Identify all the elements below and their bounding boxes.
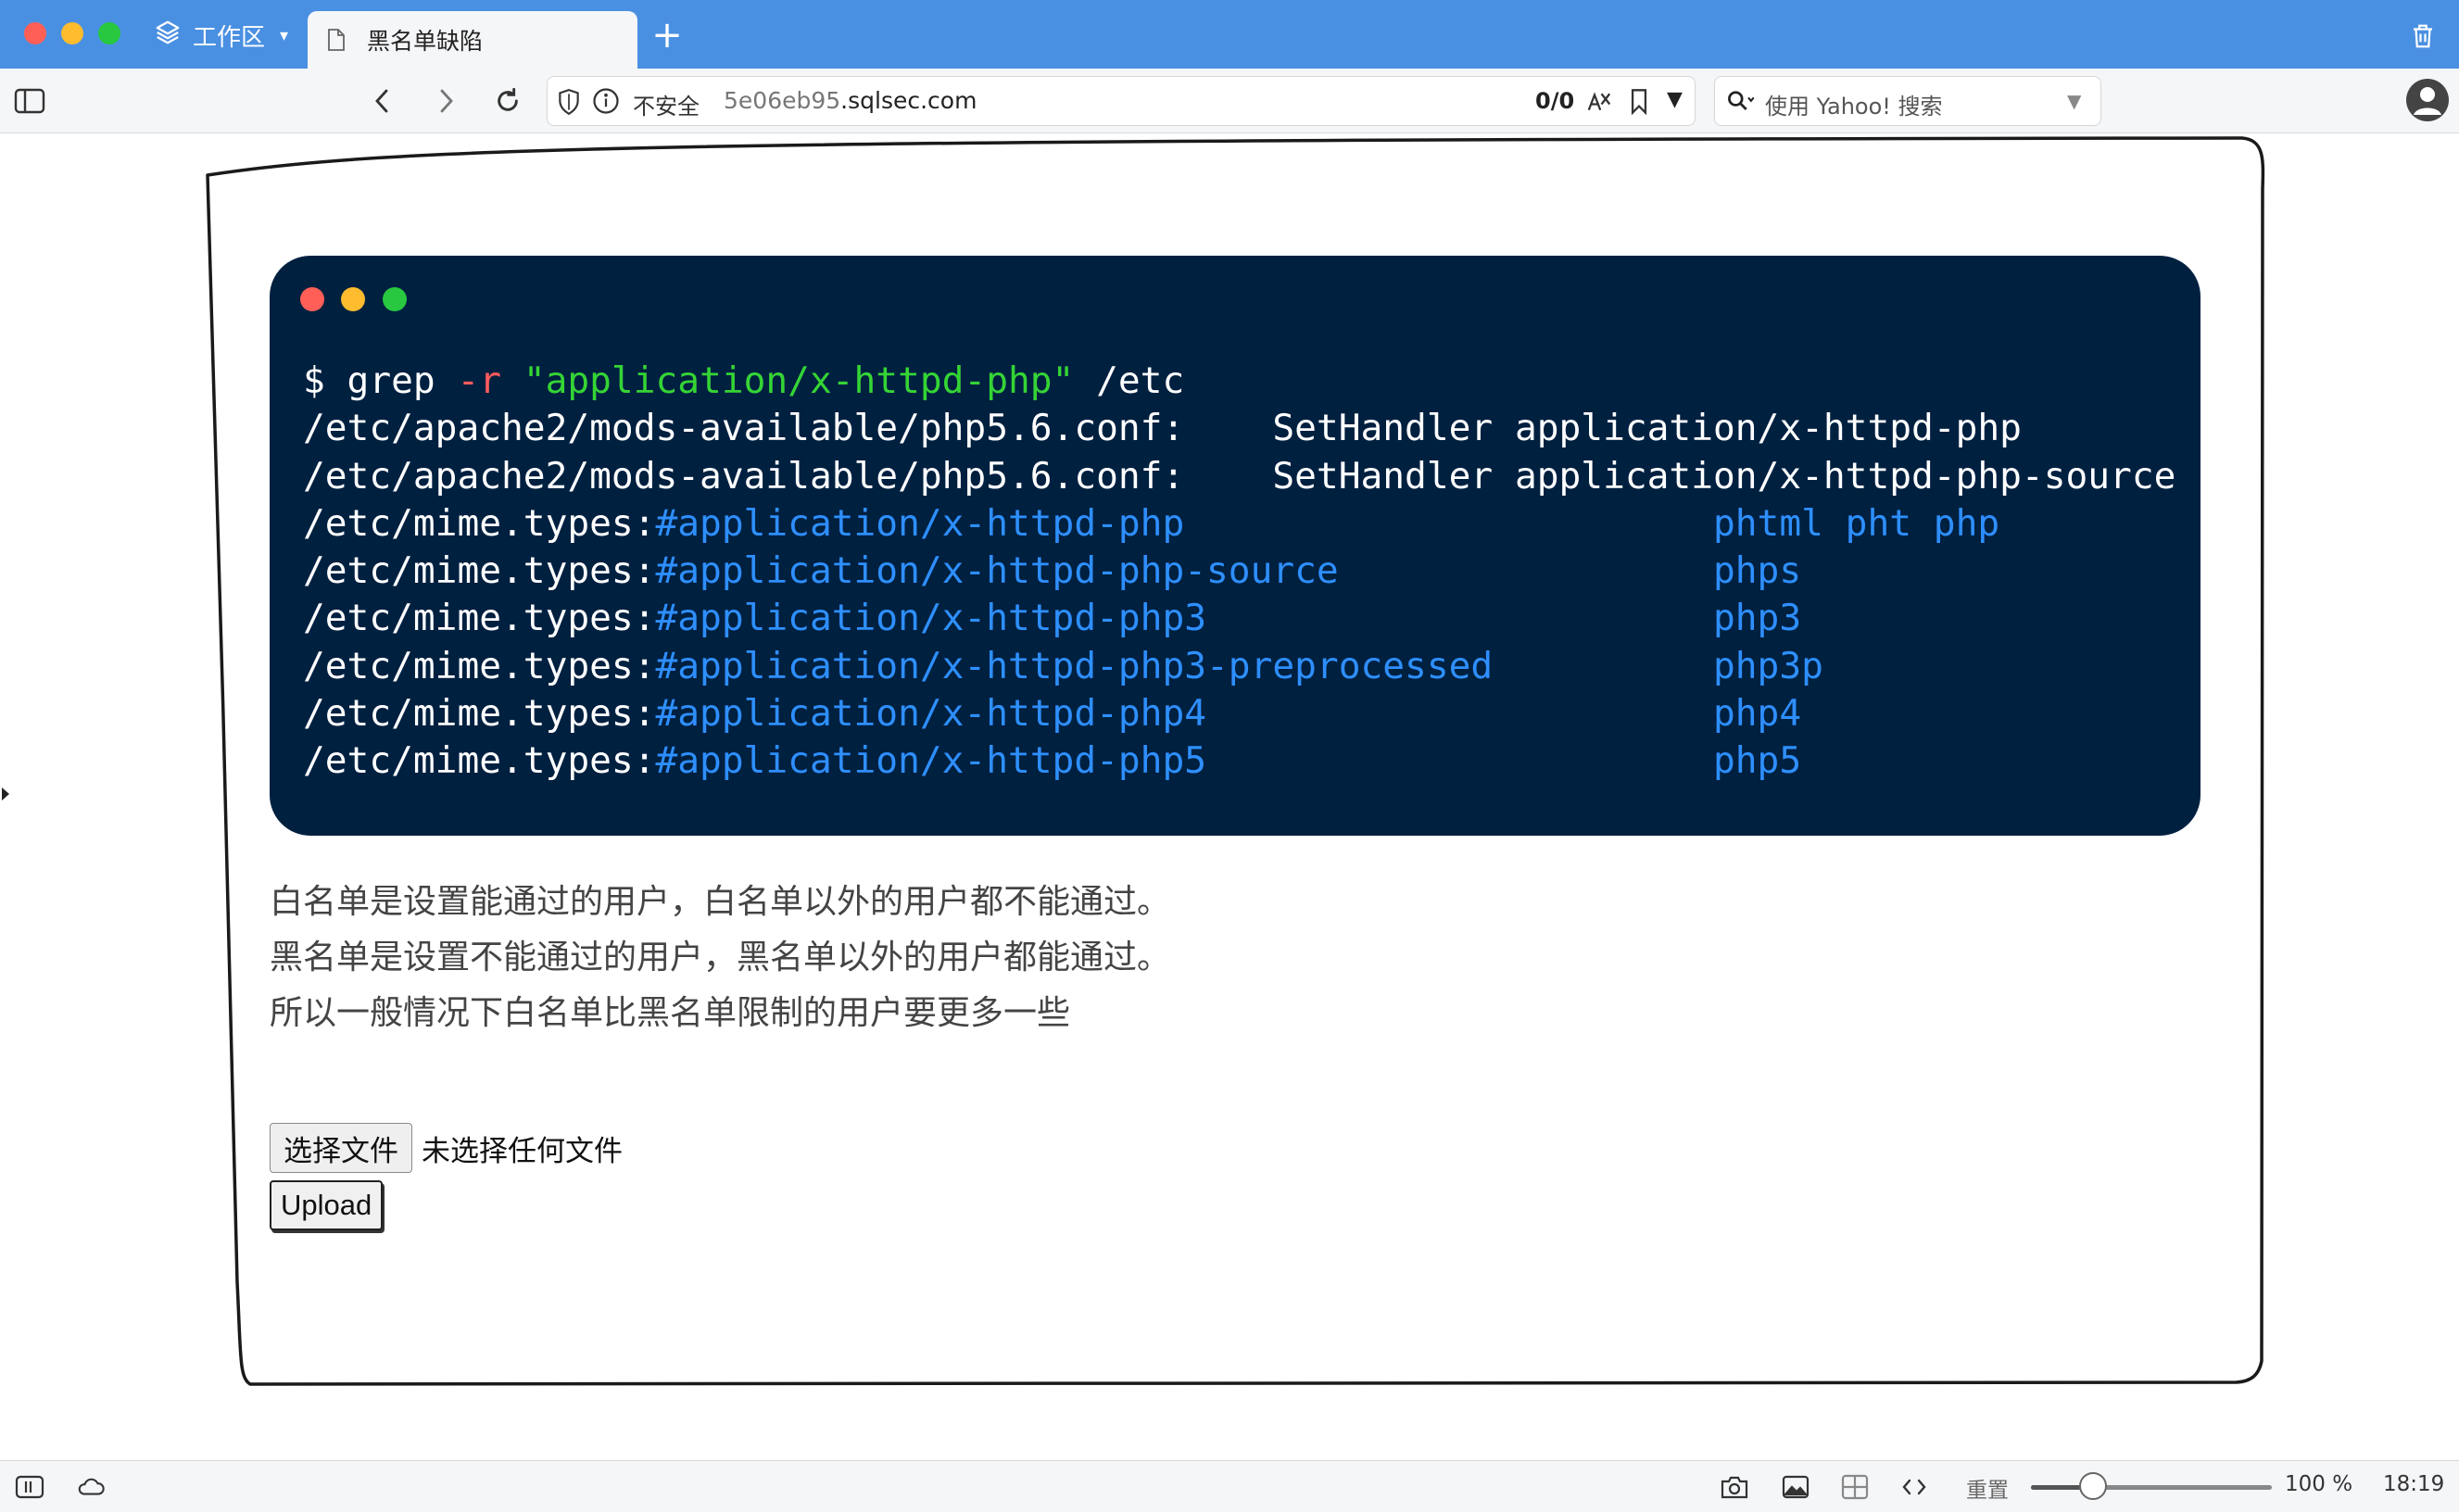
zoom-slider-knob[interactable]	[2079, 1472, 2108, 1500]
terminal-token: #application/x-httpd-php-source phps	[655, 549, 1802, 593]
terminal-token: #application/x-httpd-php phtml pht php	[655, 501, 2000, 545]
terminal-line: /etc/mime.types:#application/x-httpd-php…	[303, 548, 2175, 595]
terminal-window: $ grep -r "application/x-httpd-php" /etc…	[270, 256, 2200, 836]
document-icon	[326, 28, 347, 52]
description-line-1: 白名单是设置能通过的用户，白名单以外的用户都不能通过。	[270, 883, 1171, 921]
tile-layout-icon[interactable]	[1840, 1472, 1870, 1502]
search-icon	[1726, 88, 1756, 120]
terminal-line: /etc/mime.types:#application/x-httpd-php…	[303, 737, 2175, 785]
clock: 18:19	[2383, 1472, 2445, 1496]
bookmark-icon[interactable]	[1629, 88, 1649, 120]
zoom-reset-button[interactable]: 重置	[1966, 1472, 2009, 1504]
url-domain: .sqlsec.com	[840, 87, 977, 114]
image-icon[interactable]	[1781, 1472, 1810, 1502]
code-view-icon[interactable]	[1899, 1472, 1929, 1502]
panel-toggle-icon[interactable]	[15, 1472, 44, 1502]
terminal-red-dot	[300, 287, 324, 311]
zoom-level: 100 %	[2285, 1472, 2353, 1496]
cloud-icon[interactable]	[76, 1472, 106, 1502]
terminal-line: /etc/apache2/mods-available/php5.6.conf:…	[303, 453, 2175, 500]
layers-icon	[154, 19, 182, 53]
search-engine-dropdown-icon[interactable]: ▼	[2067, 90, 2081, 112]
search-placeholder: 使用 Yahoo! 搜索	[1765, 94, 1943, 120]
terminal-line: /etc/mime.types:#application/x-httpd-php…	[303, 500, 2175, 548]
translate-icon[interactable]	[1585, 88, 1613, 120]
shield-icon[interactable]	[557, 88, 581, 120]
terminal-token: -r	[457, 359, 502, 402]
terminal-line: /etc/mime.types:#application/x-httpd-php…	[303, 690, 2175, 737]
choose-file-button[interactable]: 选择文件	[270, 1123, 412, 1173]
terminal-token: /etc	[1074, 359, 1185, 402]
back-icon[interactable]	[365, 84, 398, 118]
terminal-token: /etc/mime.types:	[303, 739, 656, 783]
trash-icon[interactable]	[2409, 22, 2437, 50]
url-text[interactable]: 5e06eb95.sqlsec.com	[724, 87, 977, 114]
terminal-token: /etc/mime.types:	[303, 501, 656, 545]
reload-icon[interactable]	[491, 84, 524, 118]
sidebar-toggle-icon[interactable]	[13, 84, 46, 118]
terminal-token: #application/x-httpd-php3 php3	[655, 597, 1802, 640]
description-line-2: 黑名单是设置不能通过的用户，黑名单以外的用户都能通过。	[270, 939, 1171, 976]
side-panel-arrow-icon[interactable]	[2, 788, 9, 800]
navigation-toolbar: 不安全 5e06eb95.sqlsec.com 0/0 ▼ 使用 Yahoo! …	[0, 69, 2459, 133]
camera-icon[interactable]	[1720, 1472, 1749, 1502]
insecure-label: 不安全	[633, 94, 700, 120]
terminal-line: /etc/mime.types:#application/x-httpd-php…	[303, 595, 2175, 642]
new-tab-button[interactable]: +	[649, 17, 686, 54]
chevron-down-icon: ▾	[280, 25, 289, 45]
url-subdomain: 5e06eb95	[724, 87, 841, 114]
terminal-output: $ grep -r "application/x-httpd-php" /etc…	[303, 358, 2175, 786]
terminal-token: #application/x-httpd-php3-preprocessed p…	[655, 644, 1823, 687]
terminal-token: /etc/apache2/mods-available/php5.6.conf:…	[303, 454, 2176, 498]
upload-button[interactable]: Upload	[270, 1180, 384, 1230]
terminal-token: #application/x-httpd-php5 php5	[655, 739, 1802, 783]
terminal-token: "application/x-httpd-php"	[523, 359, 1075, 402]
dropdown-arrow-icon[interactable]: ▼	[1667, 88, 1683, 111]
forward-icon[interactable]	[430, 84, 463, 118]
profile-avatar-icon[interactable]	[2405, 78, 2450, 122]
terminal-line: $ grep -r "application/x-httpd-php" /etc	[303, 358, 2175, 405]
address-bar[interactable]: 不安全 5e06eb95.sqlsec.com 0/0 ▼	[547, 76, 1696, 126]
minimize-window-button[interactable]	[61, 22, 83, 44]
tab-bar: 工作区 ▾ 黑名单缺陷 +	[0, 0, 2459, 69]
terminal-token: /etc/mime.types:	[303, 549, 656, 593]
terminal-token: /etc/apache2/mods-available/php5.6.conf:…	[303, 407, 2022, 450]
terminal-token: /etc/mime.types:	[303, 644, 656, 687]
no-file-text: 未选择任何文件	[422, 1134, 623, 1168]
info-icon[interactable]	[592, 87, 620, 119]
terminal-yellow-dot	[341, 287, 365, 311]
description-text: 白名单是设置能通过的用户，白名单以外的用户都不能通过。 黑名单是设置不能通过的用…	[270, 875, 1170, 1041]
close-window-button[interactable]	[24, 22, 46, 44]
description-line-3: 所以一般情况下白名单比黑名单限制的用户要更多一些	[270, 994, 1071, 1032]
terminal-line: /etc/apache2/mods-available/php5.6.conf:…	[303, 405, 2175, 452]
search-box[interactable]: 使用 Yahoo! 搜索 ▼	[1714, 76, 2101, 126]
terminal-token: /etc/mime.types:	[303, 692, 656, 736]
terminal-green-dot	[383, 287, 407, 311]
status-bar: 重置 100 % 18:19	[0, 1460, 2459, 1512]
terminal-token: /etc/mime.types:	[303, 597, 656, 640]
workspace-button[interactable]: 工作区 ▾	[154, 17, 288, 54]
match-count: 0/0	[1535, 88, 1575, 114]
file-input: 选择文件 未选择任何文件	[270, 1123, 623, 1173]
workspace-label: 工作区	[193, 23, 266, 52]
terminal-token: #application/x-httpd-php4 php4	[655, 692, 1802, 736]
terminal-line: /etc/mime.types:#application/x-httpd-php…	[303, 643, 2175, 690]
tab-active[interactable]: 黑名单缺陷	[308, 11, 637, 69]
terminal-token: $ grep	[303, 359, 458, 402]
page-content: $ grep -r "application/x-httpd-php" /etc…	[0, 133, 2459, 1460]
maximize-window-button[interactable]	[98, 22, 120, 44]
tab-title: 黑名单缺陷	[367, 28, 484, 55]
